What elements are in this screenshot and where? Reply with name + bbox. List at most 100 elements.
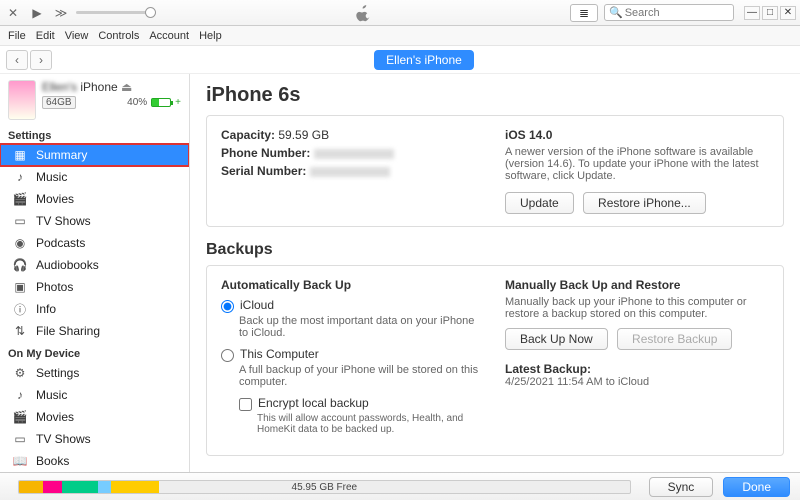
music-icon: ♪ [12,387,28,403]
done-button[interactable]: Done [723,477,790,497]
device-info-panel: Capacity: 59.59 GB Phone Number: Serial … [206,115,784,227]
update-text: A newer version of the iPhone software i… [505,146,769,182]
latest-backup-header: Latest Backup: [505,362,769,376]
menubar: File Edit View Controls Account Help [0,26,800,46]
info-icon: ⓘ [12,301,28,317]
icloud-radio[interactable]: iCloud [221,298,485,313]
menu-help[interactable]: Help [199,30,222,42]
volume-slider[interactable] [76,11,156,14]
menu-controls[interactable]: Controls [98,30,139,42]
device-card[interactable]: Ellen's iPhone ⏏ 64GB 40% + [0,74,189,124]
menu-file[interactable]: File [8,30,26,42]
sidebar-item-podcasts[interactable]: ◉ Podcasts [0,232,189,254]
summary-icon: ▦ [12,147,28,163]
sidebar-item-info[interactable]: ⓘ Info [0,298,189,320]
this-computer-desc: A full backup of your iPhone will be sto… [239,364,485,388]
battery-percent: 40% [127,97,147,108]
phone-value [314,149,394,159]
maximize-icon[interactable]: □ [762,6,778,20]
charging-icon: + [175,97,181,108]
sidebar-item-label: TV Shows [36,432,91,446]
sidebar-item-label: Info [36,302,56,316]
menu-view[interactable]: View [65,30,89,42]
filesharing-icon: ⇅ [12,323,28,339]
sidebar-item-movies[interactable]: 🎬Movies [0,406,189,428]
settings-header: Settings [0,124,189,144]
back-button[interactable]: ‹ [6,50,28,70]
sidebar-item-label: Podcasts [36,236,85,250]
sidebar-item-label: TV Shows [36,214,91,228]
music-icon: ♪ [12,169,28,185]
gear-icon: ⚙ [12,365,28,381]
capacity-value: 59.59 GB [278,128,329,142]
storage-free-label: 45.95 GB Free [292,481,358,494]
tv-icon: ▭ [12,431,28,447]
books-icon: 📖 [12,453,28,469]
movies-icon: 🎬 [12,191,28,207]
audiobook-icon: 🎧 [12,257,28,273]
sidebar-item-label: Books [36,454,69,468]
sidebar-item-tv-shows[interactable]: ▭ TV Shows [0,210,189,232]
list-view-icon[interactable]: ≣ [570,4,598,22]
sidebar-item-settings-cog[interactable]: ⚙ Settings [0,362,189,384]
battery-icon [151,98,171,107]
capacity-label: Capacity: [221,128,275,142]
menu-account[interactable]: Account [149,30,189,42]
manual-backup-desc: Manually back up your iPhone to this com… [505,296,769,320]
titlebar: ✕ ▶ ≫ ≣ 🔍 — □ ✕ [0,0,800,26]
restore-backup-button[interactable]: Restore Backup [617,328,732,350]
ios-version: iOS 14.0 [505,128,769,142]
sidebar-item-books[interactable]: 📖 Books [0,450,189,472]
fastforward-icon[interactable]: ≫ [52,4,70,22]
apple-logo-icon [164,4,562,22]
device-pill[interactable]: Ellen's iPhone [374,50,474,70]
update-button[interactable]: Update [505,192,574,214]
restore-iphone-button[interactable]: Restore iPhone... [583,192,706,214]
minimize-icon[interactable]: — [744,6,760,20]
shuffle-icon[interactable]: ✕ [4,4,22,22]
tv-icon: ▭ [12,213,28,229]
sidebar-item-music[interactable]: ♪ Music [0,166,189,188]
capacity-badge: 64GB [42,96,76,109]
photos-icon: ▣ [12,279,28,295]
sidebar-item-tv-shows[interactable]: ▭ TV Shows [0,428,189,450]
encrypt-desc: This will allow account passwords, Healt… [257,413,485,435]
footer: 45.95 GB Free Sync Done [0,472,800,500]
this-computer-radio[interactable]: This Computer [221,347,485,362]
sidebar-item-photos[interactable]: ▣Photos [0,276,189,298]
phone-label: Phone Number: [221,146,310,160]
sidebar-item-summary[interactable]: ▦ Summary [0,144,189,166]
sidebar-item-file-sharing[interactable]: ⇅ File Sharing [0,320,189,342]
forward-button[interactable]: › [30,50,52,70]
device-thumbnail-icon [8,80,36,120]
sidebar-item-movies[interactable]: 🎬 Movies [0,188,189,210]
sidebar-item-audiobooks[interactable]: 🎧Audiobooks [0,254,189,276]
device-type-label: iPhone [80,80,117,94]
play-icon[interactable]: ▶ [28,4,46,22]
sidebar-item-label: Summary [36,148,87,162]
nav-row: ‹ › Ellen's iPhone [0,46,800,74]
sidebar-item-label: File Sharing [36,324,100,338]
podcast-icon: ◉ [12,235,28,251]
backup-now-button[interactable]: Back Up Now [505,328,608,350]
search-input[interactable]: 🔍 [604,4,734,21]
sidebar-item-label: Settings [36,366,79,380]
sidebar-item-label: Movies [36,192,74,206]
close-icon[interactable]: ✕ [780,6,796,20]
serial-label: Serial Number: [221,164,306,178]
movies-icon: 🎬 [12,409,28,425]
backups-panel: Automatically Back Up iCloud Back up the… [206,265,784,456]
sync-button[interactable]: Sync [649,477,714,497]
sidebar-item-label: Music [36,170,67,184]
device-model-heading: iPhone 6s [206,84,784,107]
eject-icon[interactable]: ⏏ [121,80,132,94]
auto-backup-header: Automatically Back Up [221,278,485,292]
device-owner-name: Ellen's [42,80,77,94]
sidebar-item-music[interactable]: ♪Music [0,384,189,406]
backups-header: Backups [206,241,784,259]
encrypt-checkbox[interactable]: Encrypt local backup [239,396,485,411]
menu-edit[interactable]: Edit [36,30,55,42]
manual-backup-header: Manually Back Up and Restore [505,278,769,292]
storage-bar: 45.95 GB Free [18,480,631,494]
search-icon: 🔍 [609,6,623,19]
